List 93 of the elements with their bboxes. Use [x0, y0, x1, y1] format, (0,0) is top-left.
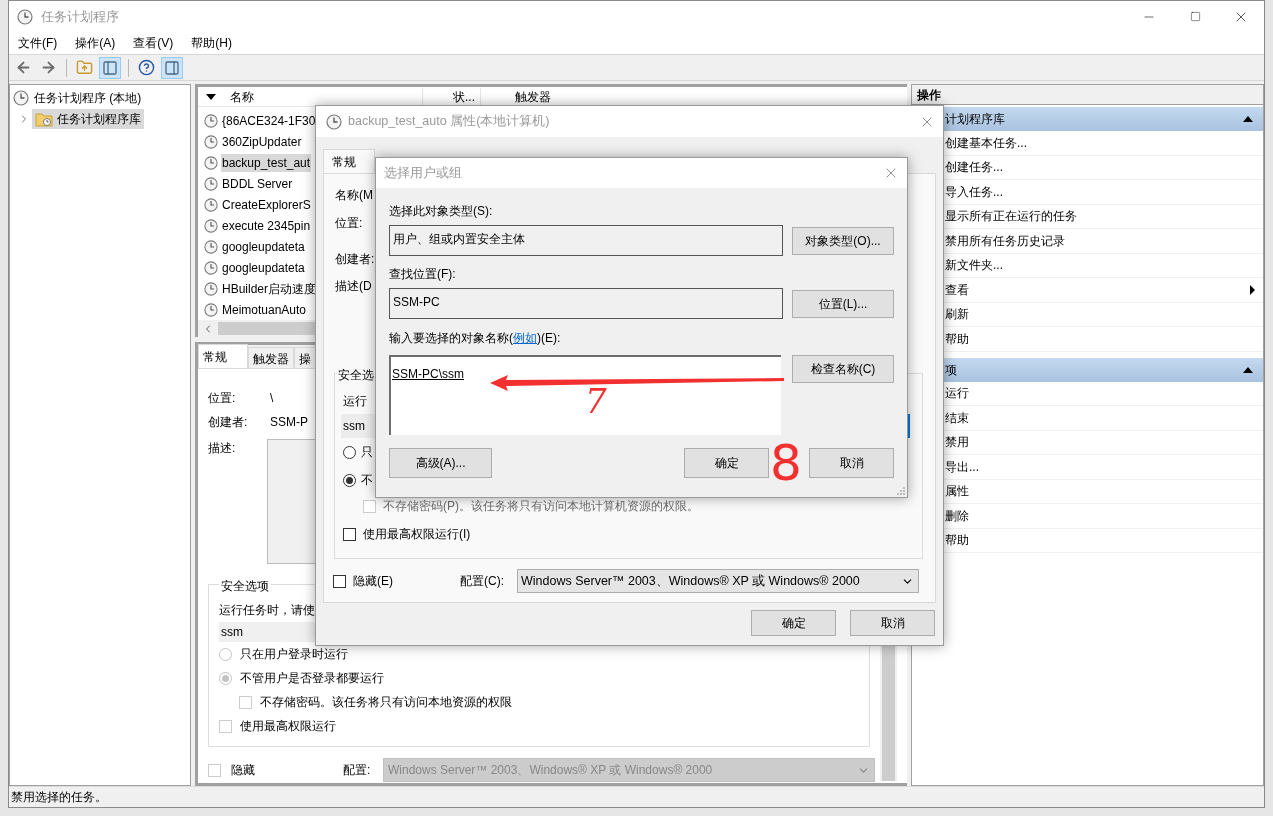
radio-label: 只在用户登录时运行: [240, 646, 348, 663]
dialog-button[interactable]: 位置(L)...: [792, 289, 894, 318]
field-label: 配置:: [343, 762, 372, 779]
location-field: SSM-PC: [389, 288, 783, 319]
clock-icon: [13, 90, 29, 106]
clock-icon: [204, 302, 218, 317]
folder-clock-icon: [35, 111, 53, 127]
task-row[interactable]: CreateExplorerS: [221, 195, 312, 214]
radio-label: 不管用户是否登录都要运行: [240, 670, 384, 687]
field-label: 描述:: [208, 440, 237, 457]
panel-icon[interactable]: [99, 56, 121, 79]
radio-button[interactable]: [343, 445, 356, 459]
dialog-button[interactable]: 取消: [809, 448, 894, 478]
panel-icon[interactable]: [161, 56, 183, 79]
status-text: 禁用选择的任务。: [11, 789, 107, 806]
field-label: 位置:: [335, 215, 364, 232]
checkbox-label: 不存储密码(P)。该任务将只有访问本地计算机资源的权限。: [383, 498, 699, 515]
clock-icon: [204, 197, 218, 212]
tree-item[interactable]: 任务计划程序库: [32, 109, 144, 129]
annotation-number: 7: [585, 384, 607, 418]
field-label: 查找位置(F):: [389, 266, 457, 283]
clock-icon: [204, 239, 218, 254]
pane-title: 操作: [912, 85, 1263, 105]
field-label: 配置(C):: [460, 573, 505, 590]
clock-icon: [326, 113, 342, 130]
field-label: 选择此对象类型(S):: [389, 203, 494, 220]
task-row[interactable]: BDDL Server: [221, 174, 294, 193]
clock-icon: [204, 260, 218, 275]
dialog-button[interactable]: 确定: [684, 448, 769, 478]
menu-item[interactable]: 操作(A): [68, 34, 123, 52]
checkbox-label: 隐藏(E): [353, 573, 394, 590]
menu-item[interactable]: 文件(F): [11, 34, 65, 52]
checkbox[interactable]: [333, 574, 346, 588]
clock-icon: [204, 281, 218, 296]
task-row[interactable]: MeimotuanAuto: [221, 300, 308, 319]
checkbox-label: 不存储密码。该任务将只有访问本地资源的权限: [260, 694, 512, 711]
annotation-number: 8: [770, 438, 802, 488]
submenu-arrow-icon: [1250, 284, 1255, 295]
field-label: 创建者:: [335, 251, 376, 268]
dialog-button[interactable]: 高级(A)...: [389, 448, 492, 478]
task-row[interactable]: {86ACE324-1F30: [221, 111, 317, 130]
resolved-name[interactable]: SSM-PC\ssm: [392, 367, 464, 381]
dialog-button[interactable]: 确定: [751, 610, 836, 636]
clock-icon: [17, 8, 33, 25]
radio-button[interactable]: [343, 473, 356, 487]
field-label: 创建者:: [208, 414, 249, 431]
task-row[interactable]: execute 2345pin: [221, 216, 312, 235]
group-title: 安全选项: [219, 577, 271, 595]
location-value: \: [270, 390, 274, 407]
tab[interactable]: 常规: [323, 149, 375, 173]
column-header[interactable]: 名称: [230, 87, 422, 106]
field-label: 描述(D: [335, 278, 373, 295]
clock-icon: [204, 155, 218, 170]
help-icon[interactable]: [136, 57, 157, 78]
config-dropdown[interactable]: Windows Server™ 2003、Windows® XP 或 Windows® 2000: [517, 569, 919, 593]
checkbox-label: 隐藏: [231, 762, 256, 779]
window-title: 任务计划程序: [41, 7, 119, 26]
menu-item[interactable]: 查看(V): [126, 34, 181, 52]
tab[interactable]: 操: [294, 347, 316, 368]
resize-grip-icon[interactable]: [897, 487, 905, 495]
dialog-title: backup_test_auto 属性(本地计算机): [348, 113, 550, 131]
radio-label: 不: [361, 472, 373, 489]
dialog-button[interactable]: 取消: [850, 610, 935, 636]
clock-icon: [204, 134, 218, 149]
group-title: 安全选: [337, 366, 375, 384]
task-row[interactable]: 360ZipUpdater: [221, 132, 303, 151]
task-row[interactable]: googleupdateta: [221, 258, 306, 277]
task-row[interactable]: HBuilder启动速度: [221, 279, 318, 298]
author-value: SSM-P: [270, 414, 308, 431]
sort-icon[interactable]: [206, 93, 216, 100]
dialog-button[interactable]: 检查名称(C): [792, 355, 894, 383]
task-row[interactable]: googleupdateta: [221, 237, 306, 256]
dialog-button[interactable]: 对象类型(O)...: [792, 226, 894, 255]
clock-icon: [204, 113, 218, 128]
tab[interactable]: 常规: [198, 344, 248, 368]
tree-item[interactable]: 任务计划程序 (本地): [10, 88, 145, 108]
dialog-title: 选择用户或组: [384, 164, 462, 182]
checkbox-label: 使用最高权限运行: [240, 718, 336, 735]
tab[interactable]: 触发器: [248, 347, 294, 368]
field-label: 位置:: [208, 390, 237, 407]
example-link[interactable]: 例如: [513, 331, 537, 345]
task-row[interactable]: backup_test_aut: [221, 153, 312, 172]
menu-item[interactable]: 帮助(H): [184, 34, 239, 52]
radio-label: 只: [361, 444, 373, 461]
clock-icon: [204, 218, 218, 233]
checkbox[interactable]: [343, 527, 356, 541]
prompt-text: 运行任务时，请使: [219, 602, 316, 619]
object-type-field: 用户、组或内置安全主体: [389, 225, 783, 256]
prompt-text: 运行: [343, 393, 367, 410]
field-label: 输入要选择的对象名称(例如)(E):: [389, 330, 562, 347]
checkbox-label: 使用最高权限运行(I): [363, 526, 471, 543]
clock-icon: [204, 176, 218, 191]
field-label: 名称(M: [335, 187, 374, 204]
